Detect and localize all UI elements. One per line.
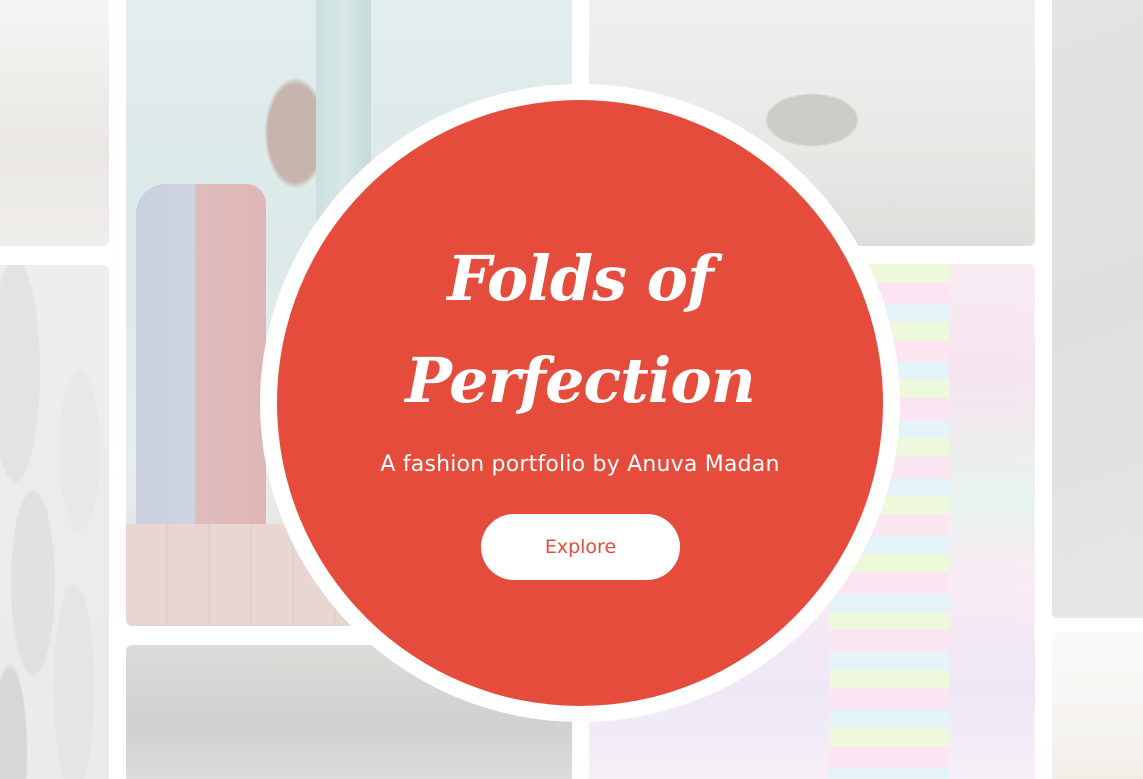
hero-circle: Folds of Perfection A fashion portfolio … bbox=[277, 100, 883, 706]
hero-subtitle: A fashion portfolio by Anuva Madan bbox=[380, 452, 780, 477]
hero-title: Folds of Perfection bbox=[277, 228, 883, 432]
explore-button[interactable]: Explore bbox=[481, 514, 680, 580]
hero-title-line-1: Folds of bbox=[447, 242, 713, 315]
landing-page: Folds of Perfection A fashion portfolio … bbox=[0, 0, 1143, 779]
hero-title-line-2: Perfection bbox=[405, 344, 756, 417]
